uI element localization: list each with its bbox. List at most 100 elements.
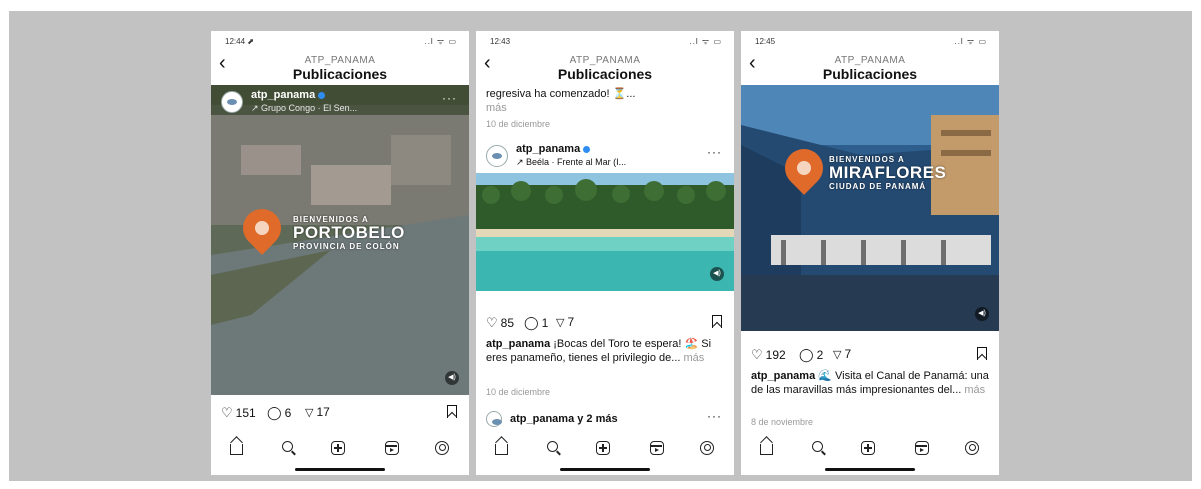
nav-search[interactable]: [808, 439, 826, 457]
nav-create[interactable]: [594, 439, 612, 457]
status-icons: ..l ᯤ ▭: [954, 37, 987, 46]
nav-reels[interactable]: [648, 439, 666, 457]
post-location[interactable]: ↗ Grupo Congo · El Sen...: [251, 103, 357, 114]
post-caption: atp_panama ¡Bocas del Toro te espera! 🏖️…: [486, 337, 724, 365]
add-icon: [861, 441, 875, 455]
status-icons: ..l ᯤ ▭: [424, 37, 457, 46]
profile-icon: [435, 441, 449, 455]
like-count: 85: [500, 316, 515, 330]
share-action[interactable]: ▽ 7: [833, 347, 851, 361]
bottom-nav: [476, 437, 734, 461]
prev-more-link[interactable]: más: [486, 102, 507, 114]
nav-profile[interactable]: [698, 439, 716, 457]
video-overlay-text: BIENVENIDOS A MIRAFLORES CIUDAD DE PANAM…: [829, 155, 946, 191]
overlay-headline: PORTOBELO: [293, 223, 405, 242]
caption-more-link[interactable]: más: [964, 384, 985, 396]
profile-icon: [965, 441, 979, 455]
home-indicator: [825, 468, 915, 471]
page-title: Publicaciones: [292, 66, 388, 82]
post-actions: ♡ 85 ◯ 1 ▽ 7: [476, 315, 734, 335]
overlay-subline: PROVINCIA DE COLÓN: [293, 242, 400, 251]
share-action[interactable]: ▽ 7: [556, 315, 574, 329]
heart-icon: ♡: [221, 405, 233, 420]
comment-count: 6: [284, 406, 292, 420]
phone-screen-miraflores: 12:45 ..l ᯤ ▭ ‹ ATP_PANAMA Publicaciones: [741, 31, 999, 475]
post-date: 8 de noviembre: [751, 417, 814, 427]
page-title: Publicaciones: [557, 66, 653, 82]
post-image-bocas[interactable]: ◀): [476, 173, 734, 291]
page-header: ‹ ATP_PANAMA Publicaciones: [211, 51, 469, 85]
post-actions: ♡ 151 ◯ 6 ▽ 17: [211, 405, 469, 425]
status-icons: ..l ᯤ ▭: [689, 37, 722, 46]
like-count: 192: [765, 348, 786, 362]
nav-create[interactable]: [859, 439, 877, 457]
mute-icon[interactable]: ◀): [710, 267, 724, 281]
post-video-portobelo[interactable]: atp_panama ↗ Grupo Congo · El Sen... ···…: [211, 85, 469, 395]
home-icon: [494, 444, 508, 455]
comment-count: 1: [541, 316, 549, 330]
mute-icon[interactable]: ◀): [975, 307, 989, 321]
overlay-subline: CIUDAD DE PANAMÁ: [829, 182, 927, 191]
comment-action[interactable]: ◯ 6: [267, 405, 291, 421]
post-caption: atp_panama 🌊 Visita el Canal de Panamá: …: [751, 369, 989, 397]
comment-count: 2: [816, 348, 824, 362]
caption-username[interactable]: atp_panama: [751, 370, 815, 382]
home-icon: [759, 444, 773, 455]
share-count: 7: [567, 315, 575, 329]
nav-search[interactable]: [543, 439, 561, 457]
overlay-headline: MIRAFLORES: [829, 163, 947, 182]
post-location[interactable]: ↗ Beéla · Frente al Mar (I...: [516, 157, 626, 168]
nav-profile[interactable]: [963, 439, 981, 457]
mute-icon[interactable]: ◀): [445, 371, 459, 385]
next-post-username[interactable]: atp_panama y 2 más: [510, 413, 618, 425]
avatar[interactable]: [486, 411, 502, 427]
status-time: 12:44 ⬈: [225, 37, 254, 46]
post-username[interactable]: atp_panama: [516, 143, 591, 155]
bookmark-icon[interactable]: [447, 405, 457, 418]
more-options-icon[interactable]: ···: [707, 409, 722, 423]
avatar[interactable]: [486, 145, 508, 167]
nav-create[interactable]: [329, 439, 347, 457]
post-actions: ♡ 192 ◯ 2 ▽ 7: [741, 347, 999, 367]
comment-action[interactable]: ◯ 2: [799, 347, 823, 363]
caption-more-link[interactable]: más: [684, 352, 705, 364]
nav-reels[interactable]: [913, 439, 931, 457]
username-text: atp_panama: [251, 89, 316, 101]
share-action[interactable]: ▽ 17: [305, 405, 330, 419]
like-action[interactable]: ♡ 192: [751, 347, 786, 363]
nav-home[interactable]: [492, 439, 510, 457]
more-options-icon[interactable]: ···: [442, 91, 457, 105]
caption-username[interactable]: atp_panama: [486, 338, 550, 350]
like-action[interactable]: ♡ 151: [221, 405, 256, 421]
beach-palms-image: [476, 173, 734, 291]
send-icon: ▽: [556, 316, 565, 329]
reels-icon: [385, 441, 399, 455]
phone-screen-bocas: 12:43 ..l ᯤ ▭ ‹ ATP_PANAMA Publicaciones…: [476, 31, 734, 475]
nav-home[interactable]: [227, 439, 245, 457]
nav-profile[interactable]: [433, 439, 451, 457]
post-username[interactable]: atp_panama: [251, 89, 326, 101]
post-video-miraflores[interactable]: BIENVENIDOS A MIRAFLORES CIUDAD DE PANAM…: [741, 85, 999, 331]
nav-search[interactable]: [278, 439, 296, 457]
more-options-icon[interactable]: ···: [707, 145, 722, 159]
prev-post-date: 10 de diciembre: [486, 119, 551, 129]
like-count: 151: [235, 406, 256, 420]
add-icon: [331, 441, 345, 455]
nav-reels[interactable]: [383, 439, 401, 457]
like-action[interactable]: ♡ 85: [486, 315, 514, 331]
post-header: atp_panama ↗ Grupo Congo · El Sen... ···: [211, 85, 469, 119]
avatar[interactable]: [221, 91, 243, 113]
send-icon: ▽: [305, 406, 314, 419]
comment-action[interactable]: ◯ 1: [524, 315, 548, 331]
next-post-header: atp_panama y 2 más ···: [476, 409, 734, 429]
username-text: atp_panama: [516, 143, 581, 155]
nav-home[interactable]: [757, 439, 775, 457]
miraflores-building-image: [741, 85, 999, 331]
bookmark-icon[interactable]: [712, 315, 722, 328]
home-indicator: [295, 468, 385, 471]
bookmark-icon[interactable]: [977, 347, 987, 360]
reels-icon: [650, 441, 664, 455]
verified-badge-icon: [318, 91, 326, 99]
search-icon: [281, 441, 293, 452]
post-header: atp_panama ↗ Beéla · Frente al Mar (I...…: [476, 139, 734, 173]
